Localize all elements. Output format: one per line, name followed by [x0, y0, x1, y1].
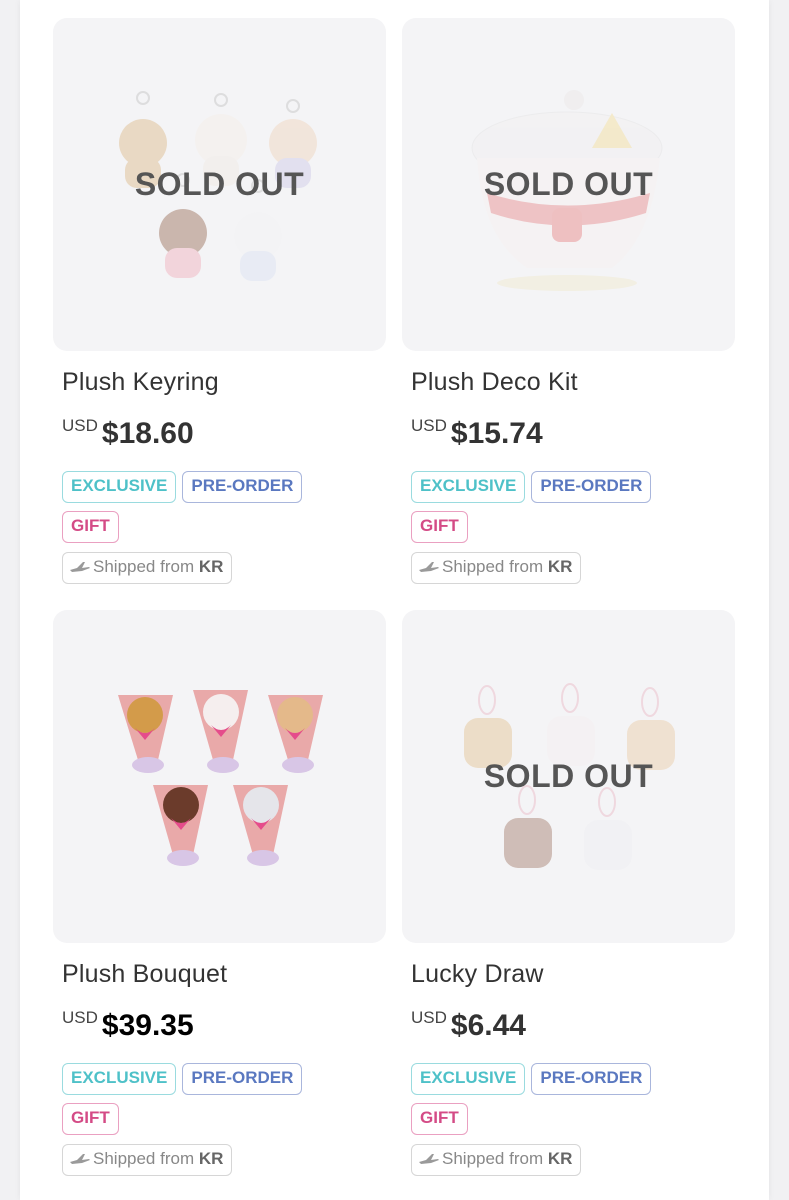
- badge-row: EXCLUSIVE PRE-ORDER: [411, 471, 731, 503]
- product-image[interactable]: SOLD OUT: [402, 18, 735, 351]
- product-card[interactable]: SOLD OUT Plush Keyring USD $18.60 EXCLUSI…: [53, 18, 386, 584]
- price: USD $39.35: [62, 1008, 194, 1043]
- shipping-text: Shipped from: [442, 1149, 544, 1168]
- product-title[interactable]: Plush Deco Kit: [411, 368, 578, 397]
- price-value: $15.74: [450, 417, 543, 450]
- price-value: $18.60: [101, 417, 194, 450]
- airplane-icon: [70, 562, 90, 572]
- product-card[interactable]: SOLD OUT Lucky Draw USD $6.44 EXCLUSIVE PR…: [402, 610, 735, 1176]
- preorder-badge: PRE-ORDER: [531, 1063, 652, 1095]
- shipping-text: Shipped from: [93, 557, 195, 576]
- bouquet-plush-image: [118, 690, 323, 866]
- price: USD $18.60: [62, 416, 194, 451]
- badge-row: EXCLUSIVE PRE-ORDER: [411, 1063, 731, 1095]
- product-image[interactable]: [53, 610, 386, 943]
- product-title[interactable]: Plush Bouquet: [62, 960, 227, 989]
- shipping-badge: Shipped from KR: [62, 552, 233, 584]
- product-image[interactable]: SOLD OUT: [402, 610, 735, 943]
- badge-row: EXCLUSIVE PRE-ORDER: [62, 471, 382, 503]
- price: USD $15.74: [411, 416, 543, 451]
- airplane-icon: [70, 1154, 90, 1164]
- badge-row: EXCLUSIVE PRE-ORDER: [62, 1063, 382, 1095]
- price: USD $6.44: [411, 1008, 526, 1043]
- product-card[interactable]: SOLD OUT Plush Deco Kit USD $15.74 EXCLUS…: [402, 18, 735, 584]
- shipping-text: Shipped from: [442, 557, 544, 576]
- currency-label: USD: [411, 1008, 447, 1027]
- product-title[interactable]: Lucky Draw: [411, 960, 544, 989]
- shipping-country: KR: [547, 1149, 573, 1168]
- shipping-text: Shipped from: [93, 1149, 195, 1168]
- sold-out-overlay: SOLD OUT: [483, 166, 654, 202]
- product-grid: SOLD OUT Plush Keyring USD $18.60 EXCLUSI…: [20, 0, 769, 1200]
- exclusive-badge: EXCLUSIVE: [411, 1063, 526, 1095]
- shipping-badge: Shipped from KR: [411, 1144, 582, 1176]
- shipping-badge: Shipped from KR: [411, 552, 582, 584]
- preorder-badge: PRE-ORDER: [531, 471, 652, 503]
- airplane-icon: [419, 1154, 439, 1164]
- preorder-badge: PRE-ORDER: [182, 471, 303, 503]
- price-value: $39.35: [101, 1009, 194, 1042]
- shipping-country: KR: [198, 1149, 224, 1168]
- currency-label: USD: [62, 1008, 98, 1027]
- price-value: $6.44: [450, 1009, 526, 1042]
- gift-badge: GIFT: [62, 511, 119, 543]
- shipping-country: KR: [547, 557, 573, 576]
- product-image[interactable]: SOLD OUT: [53, 18, 386, 351]
- shipping-badge: Shipped from KR: [62, 1144, 233, 1176]
- airplane-icon: [419, 562, 439, 572]
- shipping-country: KR: [198, 557, 224, 576]
- currency-label: USD: [411, 416, 447, 435]
- sold-out-overlay: SOLD OUT: [483, 758, 654, 794]
- currency-label: USD: [62, 416, 98, 435]
- gift-badge: GIFT: [411, 511, 468, 543]
- exclusive-badge: EXCLUSIVE: [62, 1063, 177, 1095]
- exclusive-badge: EXCLUSIVE: [62, 471, 177, 503]
- product-title[interactable]: Plush Keyring: [62, 368, 219, 397]
- preorder-badge: PRE-ORDER: [182, 1063, 303, 1095]
- gift-badge: GIFT: [62, 1103, 119, 1135]
- sold-out-overlay: SOLD OUT: [134, 166, 305, 202]
- gift-badge: GIFT: [411, 1103, 468, 1135]
- product-card[interactable]: Plush Bouquet USD $39.35 EXCLUSIVE PRE-ORD…: [53, 610, 386, 1176]
- exclusive-badge: EXCLUSIVE: [411, 471, 526, 503]
